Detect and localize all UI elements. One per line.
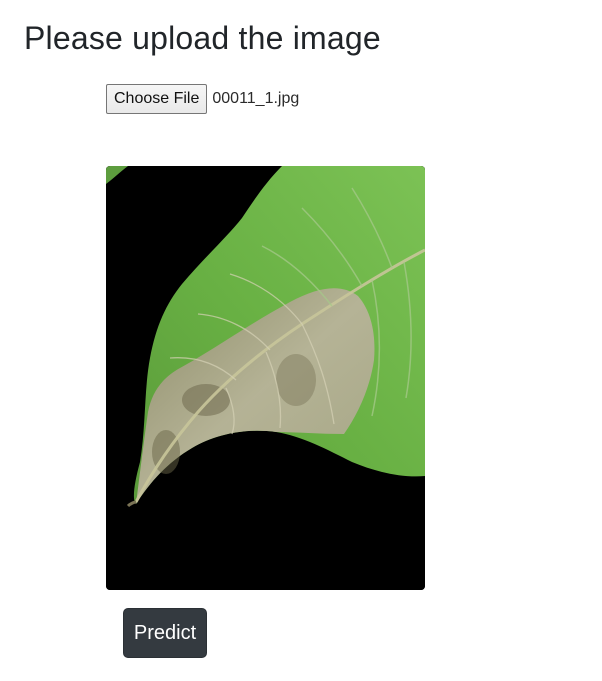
choose-file-button[interactable]: Choose File	[106, 84, 208, 114]
image-preview	[106, 166, 425, 590]
predict-button[interactable]: Predict	[123, 608, 207, 658]
selected-file-name: 00011_1.jpg	[212, 90, 300, 107]
page: Please upload the image Choose File 0001…	[0, 0, 602, 681]
page-title: Please upload the image	[24, 20, 381, 56]
leaf-photo	[106, 166, 425, 590]
file-upload-row: Choose File 00011_1.jpg	[106, 84, 299, 114]
